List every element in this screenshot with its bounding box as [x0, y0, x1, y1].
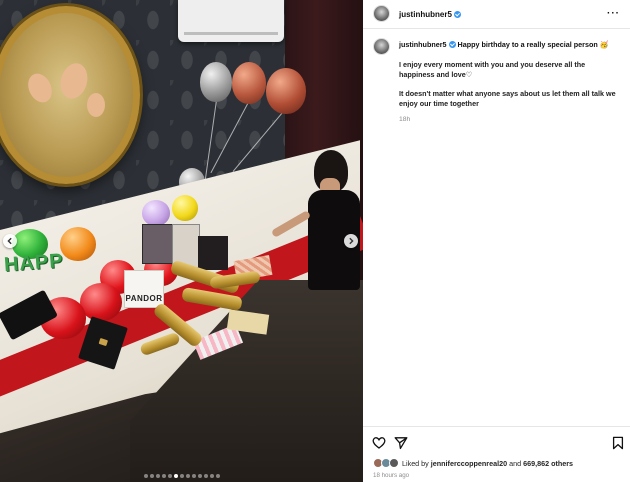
air-conditioner [178, 0, 284, 42]
carousel-dot [215, 474, 220, 478]
party-emoji: 🥳 [599, 40, 609, 49]
post-time[interactable]: 18 hours ago [373, 472, 409, 479]
caption-timestamp[interactable]: 18h [399, 115, 621, 126]
carousel-dot [167, 474, 172, 478]
woman [270, 150, 363, 290]
post-caption: justinhubner5 Happy birthday to a really… [399, 40, 621, 125]
balloon-orange [60, 227, 96, 261]
heart-emoji: ♡ [465, 70, 473, 79]
balloon-rose [266, 68, 306, 114]
caption-paragraph-2: It doesn't matter what anyone says about… [399, 88, 616, 109]
gift-bag-black [198, 236, 228, 270]
carousel-dot [203, 474, 208, 478]
likes-count[interactable]: 669,862 others [523, 459, 573, 468]
caption-username[interactable]: justinhubner5 [399, 40, 447, 49]
carousel-prev-button[interactable] [3, 234, 17, 248]
likes-prefix: Liked by [402, 458, 429, 468]
pandora-bag: PANDOR [124, 270, 164, 308]
happy-banner: HAPP [3, 249, 65, 277]
carousel-dot [155, 474, 160, 478]
post-header: justinhubner5 ··· [363, 0, 630, 29]
chevron-right-icon [349, 237, 354, 245]
liker-username[interactable]: jenniferccoppenreal20 [431, 459, 507, 468]
heart-icon[interactable] [372, 436, 386, 450]
carousel-dot [161, 474, 166, 478]
carousel-next-button[interactable] [344, 234, 358, 248]
carousel-dot [191, 474, 196, 478]
pandora-label: PANDOR [125, 294, 163, 303]
likes-summary[interactable]: Liked by jenniferccoppenreal20 and 669,8… [373, 458, 573, 468]
post-actions: Liked by jenniferccoppenreal20 and 669,8… [363, 426, 630, 482]
more-options-icon[interactable]: ··· [607, 8, 620, 19]
balloon-yellow [172, 195, 198, 221]
likes-and: and [509, 458, 522, 468]
carousel-dot [179, 474, 184, 478]
post-photo[interactable]: HAPP PANDOR [0, 0, 363, 482]
balloon-lilac [142, 200, 170, 226]
balloon-silver [200, 62, 232, 102]
bookmark-icon[interactable] [611, 436, 625, 450]
avatar[interactable] [373, 38, 390, 55]
liker-avatars [373, 458, 399, 468]
chevron-left-icon [7, 237, 12, 245]
post-side-panel: justinhubner5 ··· justinhubner5 Happy bi… [363, 0, 630, 482]
verified-badge-icon [448, 41, 456, 48]
carousel-dot [185, 474, 190, 478]
carousel-dot [149, 474, 154, 478]
carousel-dots [0, 474, 363, 478]
carousel-dot [173, 474, 178, 478]
avatar[interactable] [373, 5, 390, 22]
carousel-dot [197, 474, 202, 478]
share-icon[interactable] [394, 436, 408, 450]
carousel-dot [143, 474, 148, 478]
caption-lead: Happy birthday to a really special perso… [457, 40, 598, 49]
gift-bag-gray [142, 224, 174, 264]
balloon-rose [232, 62, 266, 104]
carousel-dot [209, 474, 214, 478]
username-link[interactable]: justinhubner5 [399, 10, 452, 19]
balloon-red [80, 283, 122, 321]
verified-badge-icon [453, 11, 461, 18]
caption-paragraph-1: I enjoy every moment with you and you de… [399, 59, 586, 80]
